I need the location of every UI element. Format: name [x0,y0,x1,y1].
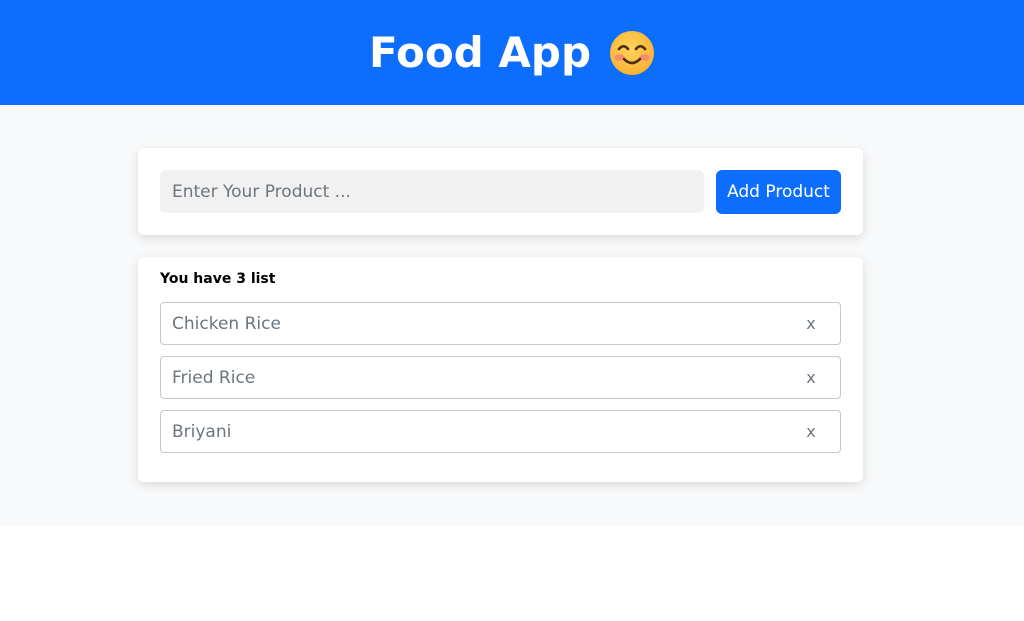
list-item: Briyani x [160,410,841,453]
remove-item-button[interactable]: x [800,368,822,387]
product-list-card: You have 3 list Chicken Rice x Fried Ric… [138,257,863,482]
list-item-label: Fried Rice [172,367,256,388]
list-item-label: Briyani [172,421,232,442]
app-title: Food App [368,28,592,77]
remove-item-button[interactable]: x [800,314,822,333]
list-item-label: Chicken Rice [172,313,281,334]
product-input[interactable] [160,170,704,213]
add-product-button[interactable]: Add Product [716,170,841,214]
list-item: Chicken Rice x [160,302,841,345]
app-header: Food App [0,0,1024,105]
add-product-card: Add Product [138,148,863,235]
main-area: Add Product You have 3 list Chicken Rice… [0,105,1024,526]
list-item: Fried Rice x [160,356,841,399]
smiling-face-icon [609,30,655,76]
remove-item-button[interactable]: x [800,422,822,441]
list-count-text: You have 3 list [160,271,276,287]
